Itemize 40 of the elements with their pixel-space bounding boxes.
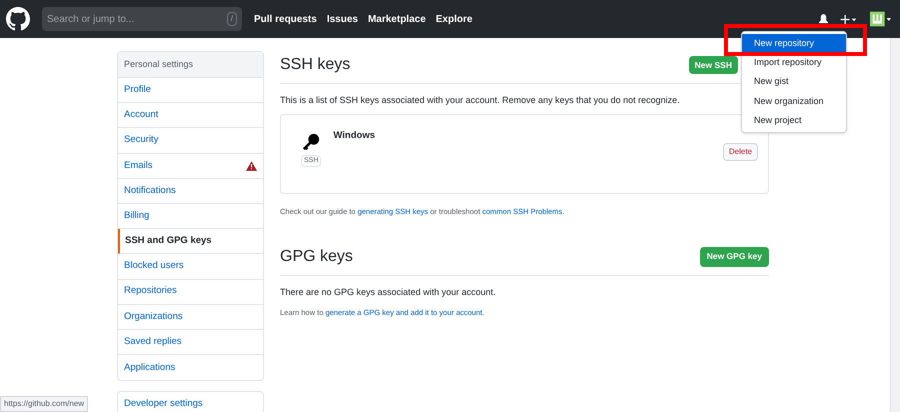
new-gpg-key-button[interactable]: New GPG key [700,246,769,267]
nav-link[interactable]: Issues [326,12,358,26]
delete-button[interactable]: Delete [722,142,758,160]
nav-link[interactable]: Pull requests [254,12,317,26]
sidebar-item[interactable]: Notifications [118,178,263,204]
nav-link[interactable]: Marketplace [368,12,426,26]
section-title: SSH keys [280,55,350,75]
section-title: GPG keys [280,246,353,267]
menu-item[interactable]: New organization [742,92,846,112]
menu-item[interactable]: New gist [742,72,846,92]
scrollbar[interactable] [890,38,900,412]
avatar-icon[interactable] [870,11,892,27]
search-field[interactable]: Search or jump to... / [42,7,242,31]
sidebar-heading: Personal settings [118,52,263,78]
shortcut-key: / [226,12,237,26]
sidebar-item[interactable]: Blocked users [118,254,263,280]
sidebar-item[interactable]: Profile [118,78,263,104]
sidebar-item[interactable]: Emails [118,154,263,179]
developer-settings-link[interactable]: Developer settings [117,391,264,412]
sidebar-item[interactable]: Organizations [118,304,263,330]
new-ssh-key-button[interactable]: New SSH [688,56,738,74]
sidebar-item[interactable]: SSH and GPG keys [118,229,263,254]
sidebar-item[interactable]: Applications [118,355,263,380]
menu-item[interactable]: New repository [742,34,846,54]
ssh-description: This is a list of SSH keys associated with your account. Remove any keys that you do not recognize. [280,94,680,107]
key-name: Windows [333,128,376,142]
sidebar-item[interactable]: Billing [118,204,263,230]
menu-item[interactable]: Import repository [742,53,846,73]
github-logo-icon[interactable] [6,7,30,31]
sidebar-item[interactable]: Repositories [118,280,263,305]
key-icon [302,132,320,150]
nav-link[interactable]: Explore [436,12,472,26]
bell-icon[interactable] [819,14,828,24]
plus-icon[interactable] [840,14,858,24]
sidebar-item[interactable]: Account [118,103,263,128]
gpg-description: There are no GPG keys associated with your account. [280,286,497,299]
sidebar-item[interactable]: Saved replies [118,330,263,356]
status-url: https://github.com/new [0,396,88,412]
menu-item[interactable]: New project [742,111,846,130]
sidebar-item[interactable]: Security [118,128,263,154]
